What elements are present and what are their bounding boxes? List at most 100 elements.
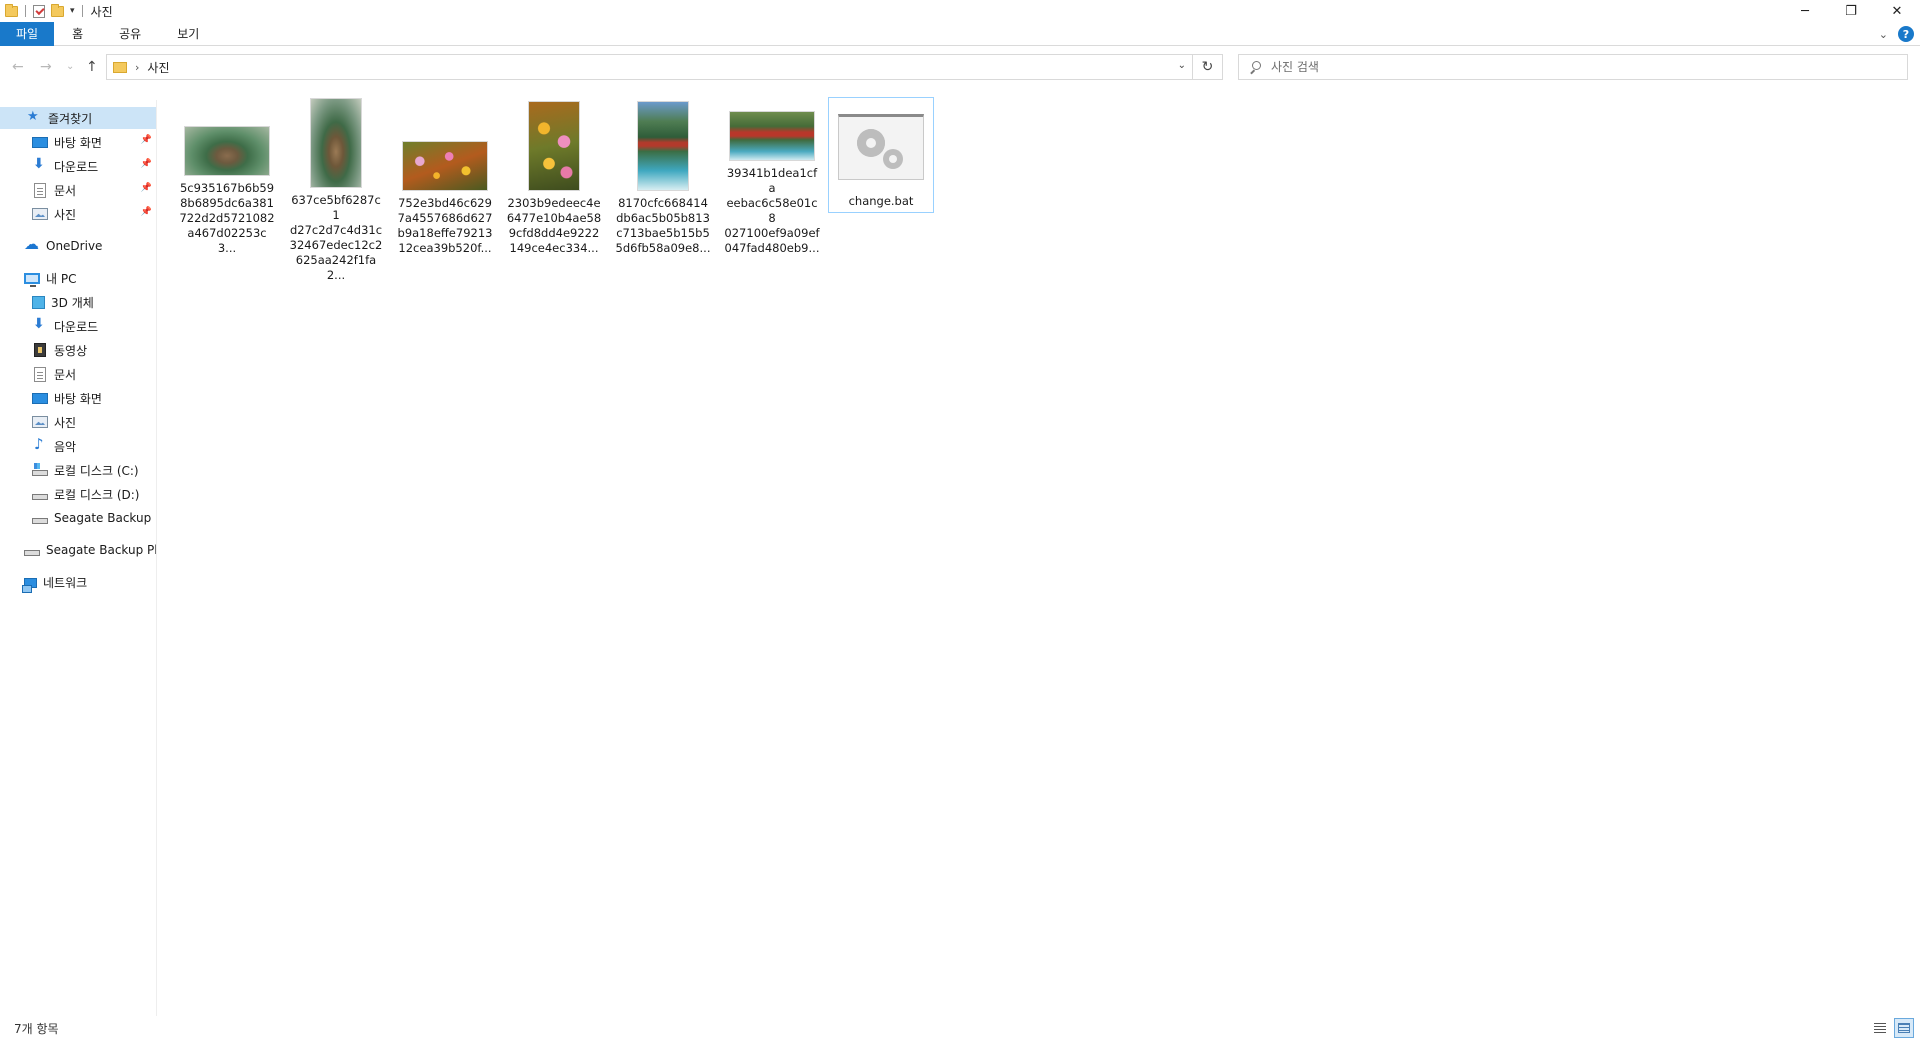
window-title: 사진 bbox=[90, 4, 113, 19]
refresh-button[interactable]: ↻ bbox=[1193, 54, 1223, 80]
image-thumbnail bbox=[528, 101, 580, 191]
navigation-pane: 즐겨찾기 바탕 화면 📌 다운로드 📌 문서 📌 사진 📌 OneDrive 내… bbox=[0, 100, 157, 1016]
help-icon[interactable]: ? bbox=[1898, 26, 1914, 42]
customize-toolbar-chevron-icon[interactable]: ▾ bbox=[70, 6, 75, 16]
address-bar[interactable]: › 사진 ⌄ bbox=[106, 54, 1193, 80]
star-icon bbox=[26, 109, 42, 125]
sidebar-item-quick-access[interactable]: 즐겨찾기 bbox=[0, 107, 156, 129]
desktop-icon bbox=[32, 137, 48, 148]
restore-button[interactable]: ❐ bbox=[1828, 0, 1874, 22]
sidebar-item-label: 3D 개체 bbox=[51, 295, 94, 310]
tab-file[interactable]: 파일 bbox=[0, 21, 55, 46]
sidebar-item-label: 로컬 디스크 (C:) bbox=[54, 463, 139, 478]
sidebar-item-seagate-under-pc[interactable]: Seagate Backup Plus bbox=[0, 507, 156, 529]
sidebar-item-label: 음악 bbox=[54, 439, 77, 454]
breadcrumb-current[interactable]: 사진 bbox=[147, 59, 169, 76]
file-item[interactable]: 637ce5bf6287c1 d27c2d7c4d31c 32467edec12c2… bbox=[283, 97, 389, 282]
file-name: 39341b1dea1cfa eebac6c58e01c8 027100ef9a09… bbox=[724, 166, 820, 255]
new-folder-icon[interactable] bbox=[51, 3, 64, 17]
expand-ribbon-chevron-icon[interactable]: ⌄ bbox=[1879, 28, 1888, 41]
image-thumbnail bbox=[310, 98, 362, 188]
sidebar-item-label: 사진 bbox=[54, 207, 77, 222]
divider bbox=[25, 5, 26, 17]
sidebar-item-desktop-pinned[interactable]: 바탕 화면 📌 bbox=[0, 131, 156, 153]
details-view-button[interactable] bbox=[1870, 1018, 1890, 1038]
sidebar-item-label: 즐겨찾기 bbox=[48, 111, 93, 126]
tab-home[interactable]: 홈 bbox=[54, 22, 101, 46]
gear-icon bbox=[883, 149, 903, 169]
file-name: 752e3bd46c629 7a4557686d627 b9a18effe79213… bbox=[397, 196, 493, 255]
sidebar-item-seagate[interactable]: Seagate Backup Plus bbox=[0, 539, 156, 561]
system-drive-icon bbox=[32, 463, 48, 476]
file-item[interactable]: 752e3bd46c629 7a4557686d627 b9a18effe79213… bbox=[392, 97, 498, 257]
item-count: 7개 항목 bbox=[14, 1021, 59, 1036]
navigation-bar: ← → ⌄ ↑ › 사진 ⌄ ↻ bbox=[0, 52, 1920, 82]
quick-access-toolbar: ▾ bbox=[0, 0, 87, 22]
sidebar-item-network[interactable]: 네트워크 bbox=[0, 571, 156, 593]
folder-icon bbox=[113, 61, 127, 73]
sidebar-item-label: 내 PC bbox=[46, 271, 77, 286]
sidebar-item-label: 문서 bbox=[54, 367, 77, 382]
breadcrumb-separator[interactable]: › bbox=[135, 61, 139, 74]
pin-icon: 📌 bbox=[140, 183, 152, 193]
folder-icon bbox=[5, 3, 18, 17]
download-icon bbox=[32, 316, 48, 333]
file-item[interactable]: 8170cfc668414 db6ac5b05b813 c713bae5b15b5 5… bbox=[610, 97, 716, 257]
sidebar-item-label: 다운로드 bbox=[54, 319, 99, 334]
sidebar-item-local-disk-c[interactable]: 로컬 디스크 (C:) bbox=[0, 459, 156, 481]
sidebar-item-label: 동영상 bbox=[54, 343, 88, 358]
properties-icon[interactable] bbox=[33, 4, 45, 18]
sidebar-item-this-pc[interactable]: 내 PC bbox=[0, 267, 156, 289]
sidebar-item-pictures-pinned[interactable]: 사진 📌 bbox=[0, 203, 156, 225]
3d-objects-icon bbox=[32, 295, 45, 309]
up-arrow-icon[interactable]: ↑ bbox=[86, 59, 98, 75]
file-item[interactable]: 5c935167b6b59 8b6895dc6a381 722d2d5721082 a… bbox=[174, 97, 280, 257]
recent-locations-chevron-icon[interactable]: ⌄ bbox=[66, 61, 74, 72]
sidebar-item-downloads-pinned[interactable]: 다운로드 📌 bbox=[0, 155, 156, 177]
sidebar-item-downloads[interactable]: 다운로드 bbox=[0, 315, 156, 337]
large-icons-view-button[interactable] bbox=[1894, 1018, 1914, 1038]
sidebar-item-label: 사진 bbox=[54, 415, 77, 430]
back-arrow-icon[interactable]: ← bbox=[12, 59, 24, 75]
forward-arrow-icon[interactable]: → bbox=[40, 59, 52, 75]
music-icon bbox=[32, 435, 48, 453]
address-dropdown-chevron-icon[interactable]: ⌄ bbox=[1178, 60, 1186, 71]
sidebar-item-pictures[interactable]: 사진 bbox=[0, 411, 156, 433]
search-input[interactable] bbox=[1271, 60, 1871, 74]
image-thumbnail bbox=[729, 111, 815, 161]
sidebar-item-3d-objects[interactable]: 3D 개체 bbox=[0, 291, 156, 313]
sidebar-item-label: Seagate Backup Plus bbox=[46, 543, 156, 557]
sidebar-item-local-disk-d[interactable]: 로컬 디스크 (D:) bbox=[0, 483, 156, 505]
image-thumbnail bbox=[402, 141, 488, 191]
pictures-icon bbox=[32, 208, 48, 220]
minimize-button[interactable]: ─ bbox=[1782, 0, 1828, 22]
file-item[interactable]: 2303b9edeec4e 6477e10b4ae58 9cfd8dd4e9222 1… bbox=[501, 97, 607, 257]
download-icon bbox=[32, 156, 48, 173]
external-drive-icon bbox=[24, 550, 40, 556]
tab-view[interactable]: 보기 bbox=[159, 22, 217, 46]
sidebar-item-onedrive[interactable]: OneDrive bbox=[0, 235, 156, 257]
sidebar-item-desktop[interactable]: 바탕 화면 bbox=[0, 387, 156, 409]
pin-icon: 📌 bbox=[140, 159, 152, 169]
search-box[interactable] bbox=[1238, 54, 1908, 80]
status-bar: 7개 항목 bbox=[0, 1016, 1920, 1040]
drive-icon bbox=[32, 494, 48, 500]
sidebar-item-music[interactable]: 음악 bbox=[0, 435, 156, 457]
tab-share[interactable]: 공유 bbox=[101, 22, 159, 46]
large-icons-view-icon bbox=[1898, 1023, 1910, 1033]
sidebar-item-label: 바탕 화면 bbox=[54, 391, 102, 406]
pin-icon: 📌 bbox=[140, 207, 152, 217]
sidebar-item-documents-pinned[interactable]: 문서 📌 bbox=[0, 179, 156, 201]
document-icon bbox=[34, 182, 46, 198]
onedrive-cloud-icon bbox=[24, 235, 40, 253]
sidebar-item-documents[interactable]: 문서 bbox=[0, 363, 156, 385]
document-icon bbox=[34, 366, 46, 382]
close-button[interactable]: ✕ bbox=[1874, 0, 1920, 22]
sidebar-item-label: 바탕 화면 bbox=[54, 135, 102, 150]
file-item[interactable]: 39341b1dea1cfa eebac6c58e01c8 027100ef9a09… bbox=[719, 97, 825, 257]
sidebar-item-videos[interactable]: 동영상 bbox=[0, 339, 156, 361]
file-name: 8170cfc668414 db6ac5b05b813 c713bae5b15b5 5… bbox=[615, 196, 711, 255]
search-icon bbox=[1249, 61, 1261, 73]
file-item-change-bat[interactable]: change.bat bbox=[828, 97, 934, 213]
image-thumbnail bbox=[184, 126, 270, 176]
